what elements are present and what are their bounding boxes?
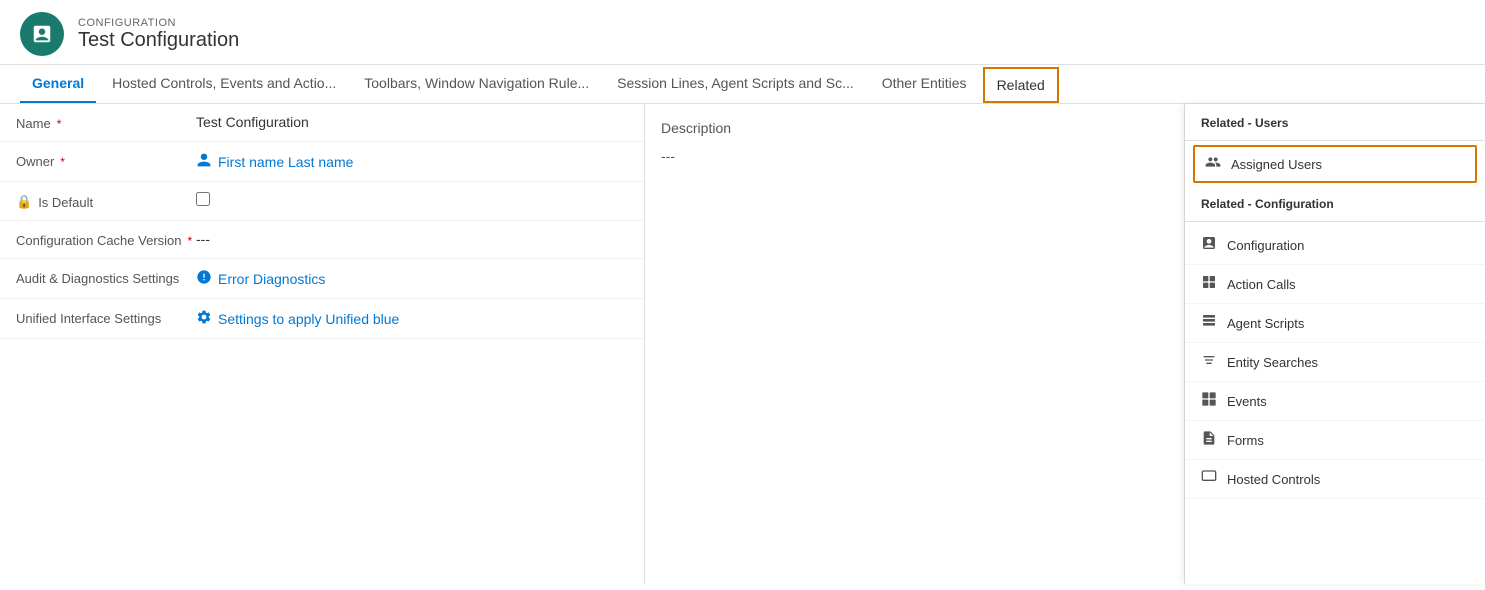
page-header: CONFIGURATION Test Configuration — [0, 0, 1485, 65]
tab-general[interactable]: General — [20, 65, 96, 103]
form-row-config-cache: Configuration Cache Version * --- — [0, 221, 644, 259]
forms-icon — [1201, 430, 1217, 450]
header-text: CONFIGURATION Test Configuration — [78, 17, 239, 52]
related-configuration-title: Related - Configuration — [1185, 185, 1485, 217]
related-item-entity-searches[interactable]: Entity Searches — [1185, 343, 1485, 382]
entity-searches-label: Entity Searches — [1227, 355, 1318, 370]
entity-searches-icon — [1201, 352, 1217, 372]
tab-hosted-controls-events[interactable]: Hosted Controls, Events and Actio... — [100, 65, 348, 103]
agent-scripts-label: Agent Scripts — [1227, 316, 1304, 331]
related-panel: Related - Users Assigned Users Related -… — [1185, 104, 1485, 584]
main-content: Name * Test Configuration Owner * First … — [0, 104, 1485, 584]
related-item-assigned-users[interactable]: Assigned Users — [1193, 145, 1477, 183]
action-calls-icon — [1201, 274, 1217, 294]
tab-bar: General Hosted Controls, Events and Acti… — [0, 65, 1485, 104]
tab-session-lines[interactable]: Session Lines, Agent Scripts and Sc... — [605, 65, 866, 103]
form-row-name: Name * Test Configuration — [0, 104, 644, 142]
divider-users — [1185, 140, 1485, 141]
label-name: Name * — [16, 114, 196, 131]
tab-related[interactable]: Related — [983, 67, 1059, 103]
page-title: Test Configuration — [78, 29, 239, 52]
tab-toolbars[interactable]: Toolbars, Window Navigation Rule... — [352, 65, 601, 103]
value-is-default[interactable] — [196, 192, 628, 209]
label-audit-diag: Audit & Diagnostics Settings — [16, 269, 196, 286]
related-users-title: Related - Users — [1185, 104, 1485, 136]
form-row-unified-interface: Unified Interface Settings Settings to a… — [0, 299, 644, 339]
description-value: --- — [661, 148, 1168, 164]
config-icon — [20, 12, 64, 56]
related-item-agent-scripts[interactable]: Agent Scripts — [1185, 304, 1485, 343]
action-calls-label: Action Calls — [1227, 277, 1296, 292]
agent-scripts-icon — [1201, 313, 1217, 333]
value-owner: First name Last name — [196, 152, 628, 171]
description-panel: Description --- — [645, 104, 1185, 584]
value-name: Test Configuration — [196, 114, 628, 130]
form-row-is-default: 🔒 Is Default — [0, 182, 644, 221]
related-item-action-calls[interactable]: Action Calls — [1185, 265, 1485, 304]
label-is-default: 🔒 Is Default — [16, 192, 196, 210]
related-item-events[interactable]: Events — [1185, 382, 1485, 421]
value-config-cache: --- — [196, 231, 628, 247]
related-item-configuration[interactable]: Configuration — [1185, 226, 1485, 265]
header-label: CONFIGURATION — [78, 17, 239, 29]
configuration-icon — [1201, 235, 1217, 255]
is-default-checkbox[interactable] — [196, 192, 210, 206]
hosted-controls-icon — [1201, 469, 1217, 489]
related-item-forms[interactable]: Forms — [1185, 421, 1485, 460]
forms-label: Forms — [1227, 433, 1264, 448]
form-row-owner: Owner * First name Last name — [0, 142, 644, 182]
person-icon — [196, 152, 212, 171]
owner-link[interactable]: First name Last name — [196, 152, 628, 171]
label-unified-interface: Unified Interface Settings — [16, 309, 196, 326]
label-config-cache: Configuration Cache Version * — [16, 231, 196, 248]
hosted-controls-label: Hosted Controls — [1227, 472, 1320, 487]
form-panel: Name * Test Configuration Owner * First … — [0, 104, 645, 584]
unified-interface-link[interactable]: Settings to apply Unified blue — [196, 309, 628, 328]
configuration-label: Configuration — [1227, 238, 1304, 253]
diag-icon — [196, 269, 212, 288]
lock-icon: 🔒 — [16, 194, 32, 210]
tab-other-entities[interactable]: Other Entities — [870, 65, 979, 103]
description-label: Description — [661, 120, 1168, 136]
value-unified-interface: Settings to apply Unified blue — [196, 309, 628, 328]
value-audit-diag: Error Diagnostics — [196, 269, 628, 288]
label-owner: Owner * — [16, 152, 196, 169]
form-row-audit-diag: Audit & Diagnostics Settings Error Diagn… — [0, 259, 644, 299]
error-diagnostics-link[interactable]: Error Diagnostics — [196, 269, 628, 288]
related-item-hosted-controls[interactable]: Hosted Controls — [1185, 460, 1485, 499]
settings-icon — [196, 309, 212, 328]
events-label: Events — [1227, 394, 1267, 409]
divider-config — [1185, 221, 1485, 222]
events-icon — [1201, 391, 1217, 411]
assigned-users-icon — [1205, 154, 1221, 174]
assigned-users-label: Assigned Users — [1231, 157, 1322, 172]
